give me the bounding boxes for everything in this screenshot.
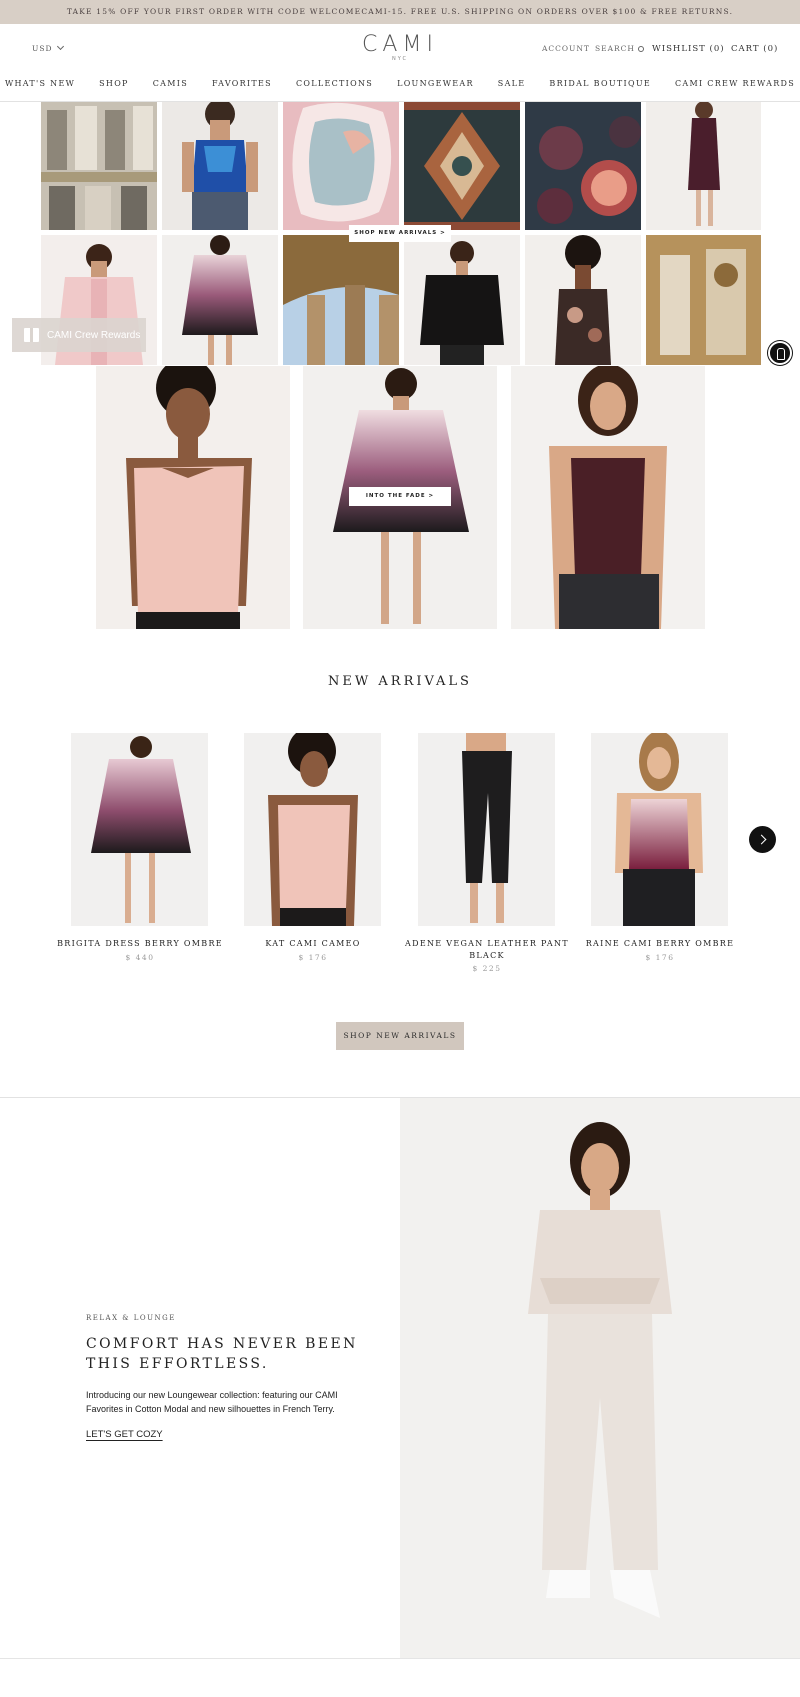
mosaic-tile-ombre-dress [162,235,278,365]
mosaic-tile-gilded-room [646,235,761,365]
product-image-raine-cami[interactable] [591,733,728,926]
search-link[interactable]: SEARCH [595,44,644,53]
main-nav: WHAT'S NEW SHOP CAMIS FAVORITES COLLECTI… [0,79,800,88]
mosaic-tile-print-cami [525,235,641,365]
lounge-model-image[interactable] [400,1098,800,1658]
accessibility-icon[interactable] [768,341,792,365]
nav-item-camis[interactable]: CAMIS [141,79,200,88]
product-name-raine-cami[interactable]: RAINE CAMI BERRY OMBRE [575,938,745,950]
nav-item-cami-crew-rewards[interactable]: CAMI CREW REWARDS [663,79,800,88]
logo-text: CAMI [362,32,438,57]
product-name-brigita[interactable]: BRIGITA DRESS BERRY OMBRE [55,938,225,950]
logo-subtext: NYC [391,56,408,62]
product-price-adene-pant: $ 225 [472,964,502,973]
product-name-kat-cami[interactable]: KAT CAMI CAMEO [228,938,398,950]
site-header: USD CAMI NYC ACCOUNT SEARCH WISHLIST (0)… [0,24,800,102]
gift-icon [24,328,39,342]
lounge-description: Introducing our new Loungewear collectio… [86,1390,338,1414]
site-logo[interactable]: CAMI NYC [340,32,460,62]
nav-item-collections[interactable]: COLLECTIONS [284,79,385,88]
mosaic-tile-rug [404,102,520,230]
product-image-brigita[interactable] [71,733,208,926]
account-link[interactable]: ACCOUNT [542,44,590,53]
chevron-down-icon [57,42,65,51]
mosaic-tile-mirror [283,102,399,230]
bottom-divider [0,1658,800,1659]
nav-item-favorites[interactable]: FAVORITES [200,79,284,88]
product-price-raine-cami: $ 176 [645,953,675,962]
shop-new-arrivals-button[interactable]: SHOP NEW ARRIVALS [336,1022,464,1050]
mosaic-tile-columns [283,235,399,365]
nav-item-sale[interactable]: SALE [486,79,538,88]
into-the-fade-button[interactable]: INTO THE FADE > [349,487,451,506]
product-image-adene-pant[interactable] [418,733,555,926]
lets-get-cozy-link[interactable]: LET'S GET COZY [86,1429,163,1440]
mosaic-tile-slip-dress [646,102,761,230]
mosaic-tile-palace [41,102,157,230]
rewards-label: CAMI Crew Rewards [47,329,141,341]
nav-item-bridal-boutique[interactable]: BRIDAL BOUTIQUE [537,79,663,88]
mosaic-tile-black-top [404,235,520,365]
nav-item-whats-new[interactable]: WHAT'S NEW [0,79,87,88]
product-price-kat-cami: $ 176 [298,953,328,962]
wishlist-link[interactable]: WISHLIST (0) [652,44,725,54]
mosaic-tile-figs [525,102,641,230]
shop-new-arrivals-grid-button[interactable]: SHOP NEW ARRIVALS > [349,225,451,242]
nav-item-loungewear[interactable]: LOUNGEWEAR [385,79,486,88]
lounge-heading: COMFORT HAS NEVER BEEN THIS EFFORTLESS. [86,1336,358,1372]
nav-item-shop[interactable]: SHOP [87,79,141,88]
lounge-kicker: RELAX & LOUNGE [86,1314,176,1322]
rewards-widget[interactable]: CAMI Crew Rewards [12,318,146,352]
search-label: SEARCH [595,44,635,53]
product-image-kat-cami[interactable] [244,733,381,926]
currency-selector[interactable]: USD [32,42,65,53]
carousel-next-button[interactable] [749,826,776,853]
search-icon [637,46,644,52]
fade-panel-halter-top[interactable] [511,366,705,629]
mosaic-tile-blue-cami [162,102,278,230]
cart-link[interactable]: CART (0) [731,44,778,54]
new-arrivals-title: NEW ARRIVALS [328,674,472,689]
product-price-brigita: $ 440 [125,953,155,962]
fade-panel-kat-cami[interactable] [96,366,290,629]
product-name-adene-pant[interactable]: ADENE VEGAN LEATHER PANT BLACK [402,938,572,962]
currency-label: USD [32,44,53,53]
announcement-bar: TAKE 15% OFF YOUR FIRST ORDER WITH CODE … [0,0,800,24]
